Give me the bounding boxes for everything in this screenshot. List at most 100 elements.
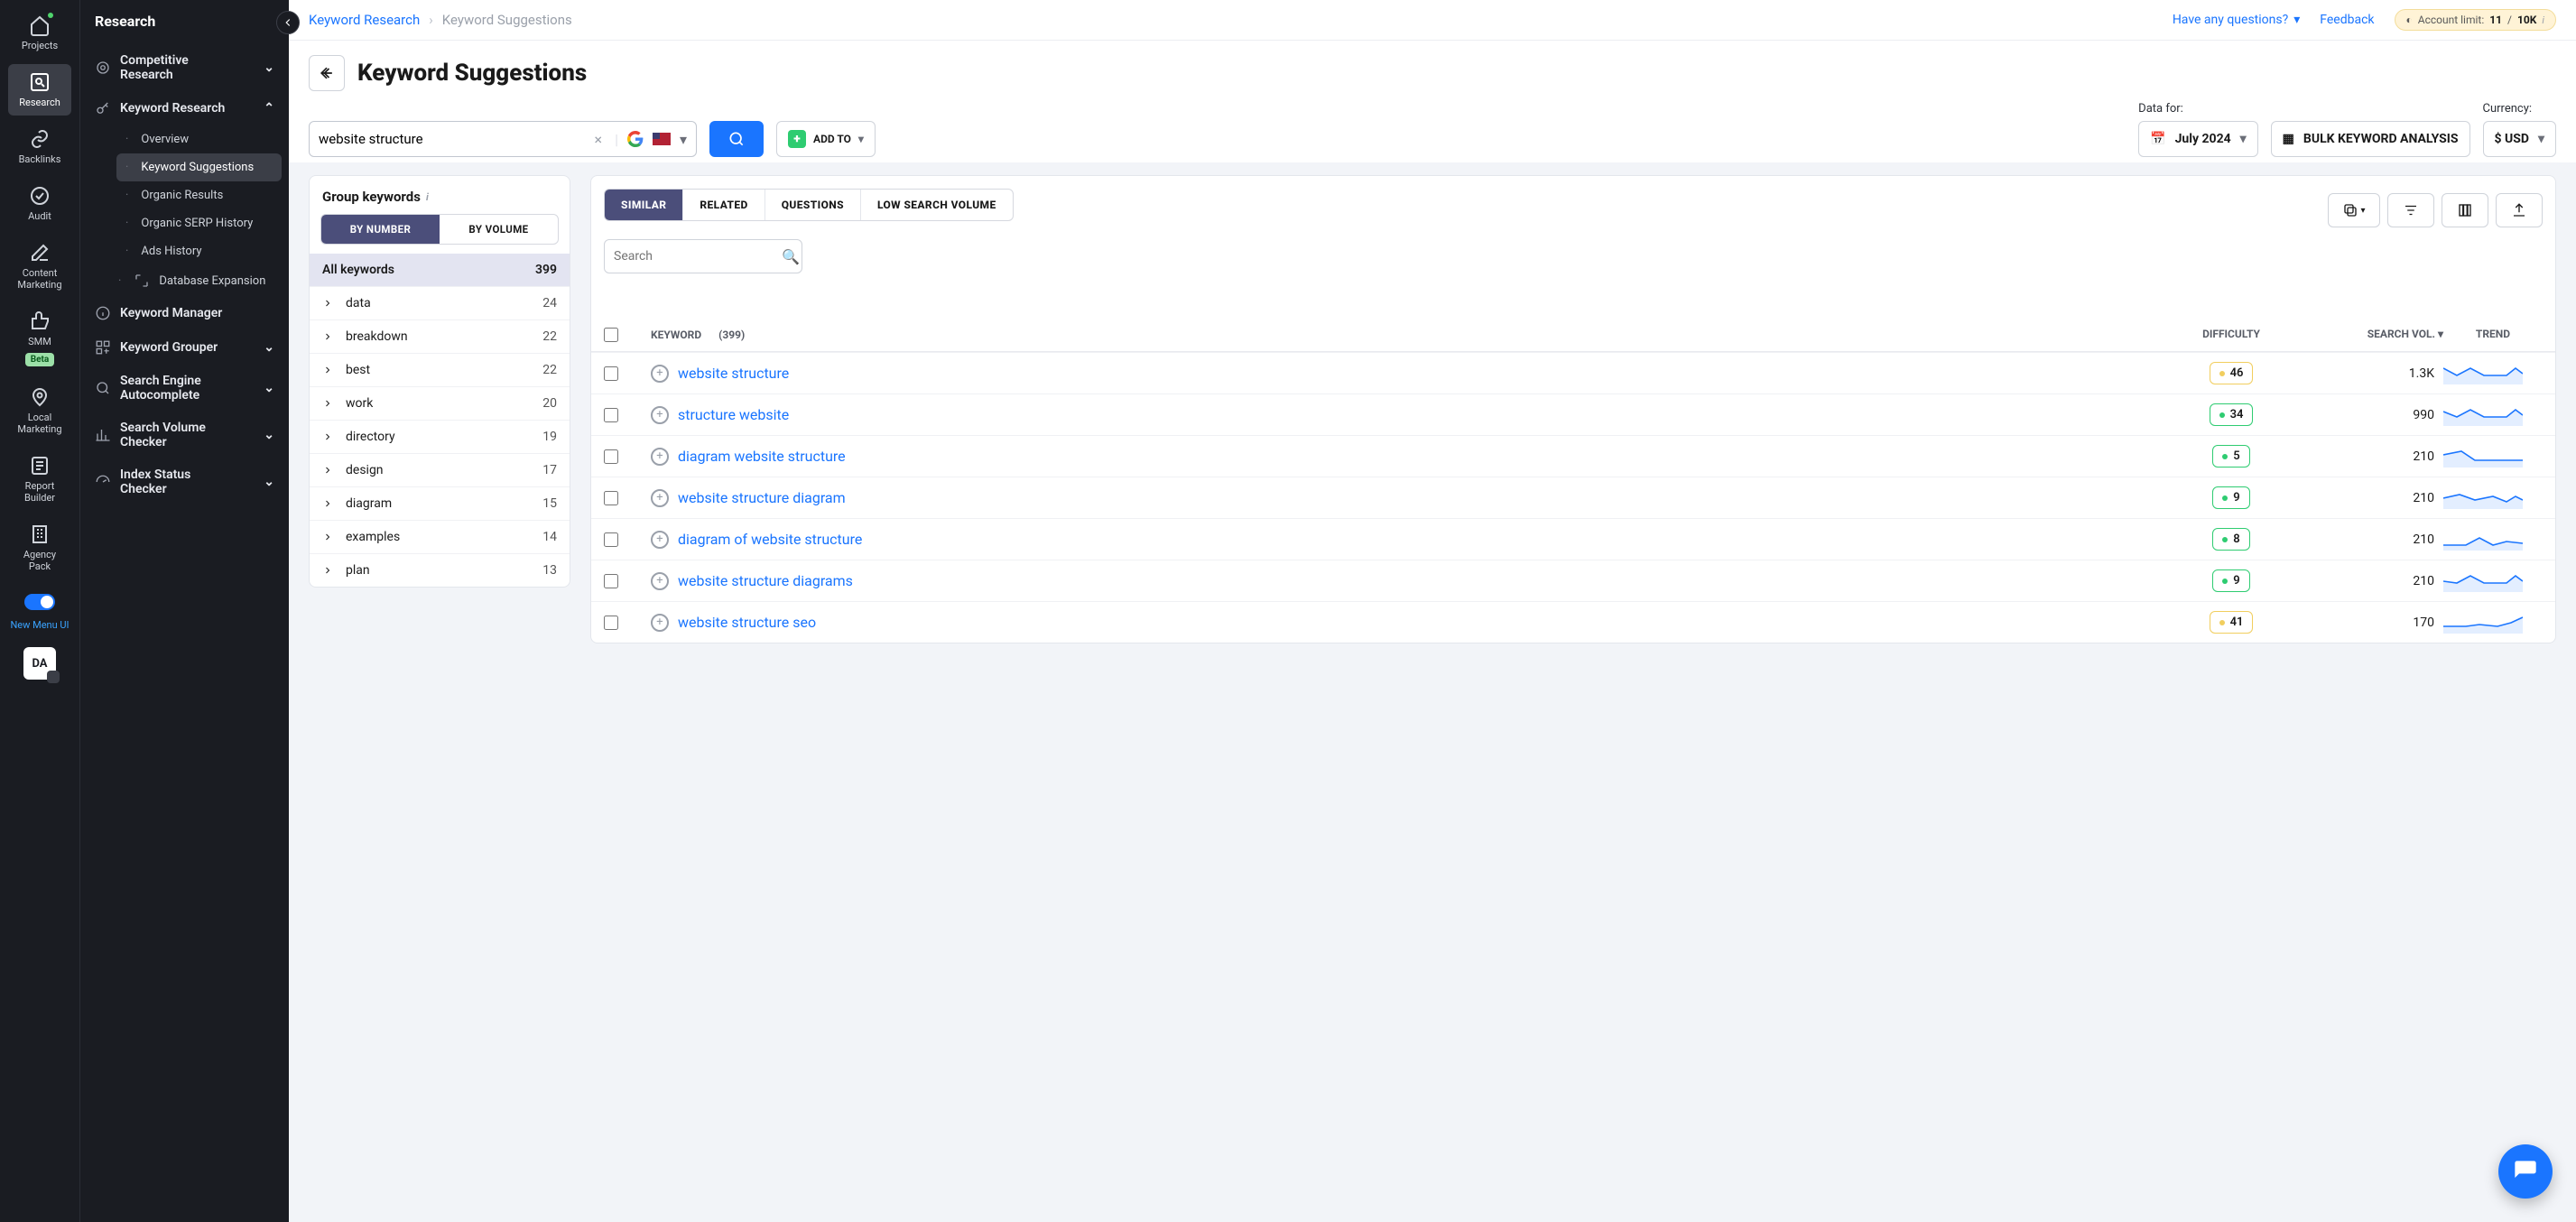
rail-agency[interactable]: Agency Pack <box>8 516 71 579</box>
rail-backlinks[interactable]: Backlinks <box>8 121 71 172</box>
sidebar-item-keyword-grouper[interactable]: Keyword Grouper ⌄ <box>88 330 282 365</box>
tab-questions[interactable]: QUESTIONS <box>765 190 861 220</box>
rail-local[interactable]: Local Marketing <box>8 379 71 442</box>
chat-fab[interactable] <box>2498 1144 2553 1199</box>
rail-report[interactable]: Report Builder <box>8 448 71 511</box>
breadcrumb-link[interactable]: Keyword Research <box>309 12 420 28</box>
keyword-link[interactable]: diagram of website structure <box>678 531 862 548</box>
rail-content[interactable]: Content Marketing <box>8 235 71 298</box>
col-difficulty[interactable]: DIFFICULTY <box>2173 328 2290 342</box>
keyword-group-row[interactable]: data24 <box>310 286 570 319</box>
keyword-group-row[interactable]: examples14 <box>310 520 570 553</box>
keyword-link[interactable]: structure website <box>678 406 789 423</box>
row-checkbox[interactable] <box>604 366 618 381</box>
row-checkbox[interactable] <box>604 449 618 464</box>
chevron-right-icon <box>322 532 333 542</box>
date-picker[interactable]: 📅 July 2024 ▾ <box>2138 121 2258 157</box>
sidebar-item-index-status-checker[interactable]: Index Status Checker ⌄ <box>88 458 282 505</box>
key-icon <box>95 100 111 116</box>
copy-button[interactable]: ▾ <box>2328 193 2380 227</box>
sidebar-item-database-expansion[interactable]: Database Expansion <box>116 265 282 296</box>
tab-by-volume[interactable]: BY VOLUME <box>440 215 558 244</box>
keyword-input[interactable] <box>319 131 582 147</box>
collapse-sidebar-button[interactable] <box>276 11 300 34</box>
sidebar-item-ads-history[interactable]: Ads History <box>116 237 282 265</box>
add-keyword-button[interactable]: + <box>651 572 669 590</box>
sidebar-section-keyword-research[interactable]: Keyword Research ⌃ <box>88 91 282 125</box>
trend-sparkline <box>2443 404 2543 426</box>
rail-projects[interactable]: Projects <box>8 7 71 59</box>
back-button[interactable] <box>309 55 345 91</box>
select-all-checkbox[interactable] <box>604 328 618 342</box>
rail-smm[interactable]: SMM Beta <box>8 303 71 374</box>
add-keyword-button[interactable]: + <box>651 614 669 632</box>
beta-badge: Beta <box>25 353 55 366</box>
menu-toggle[interactable] <box>24 594 55 610</box>
keyword-group-row[interactable]: design17 <box>310 453 570 486</box>
sidebar-item-keyword-manager[interactable]: Keyword Manager <box>88 296 282 330</box>
currency-picker[interactable]: $ USD ▾ <box>2483 121 2557 157</box>
add-keyword-button[interactable]: + <box>651 406 669 424</box>
avatar[interactable]: DA <box>23 647 56 680</box>
keyword-link[interactable]: website structure diagrams <box>678 572 853 589</box>
keyword-link[interactable]: website structure seo <box>678 614 816 631</box>
tab-low-search-volume[interactable]: LOW SEARCH VOLUME <box>861 190 1013 220</box>
row-checkbox[interactable] <box>604 408 618 422</box>
row-checkbox[interactable] <box>604 532 618 547</box>
expand-icon <box>134 273 150 289</box>
col-search-volume[interactable]: SEARCH VOL. ▾ <box>2290 328 2443 342</box>
export-button[interactable] <box>2496 193 2543 227</box>
col-trend[interactable]: TREND <box>2443 328 2543 342</box>
report-icon <box>29 455 51 477</box>
sidebar-item-overview[interactable]: Overview <box>116 125 282 153</box>
bulk-analysis-button[interactable]: ▦ BULK KEYWORD ANALYSIS <box>2271 121 2470 157</box>
search-button[interactable] <box>709 121 764 157</box>
tab-related[interactable]: RELATED <box>683 190 764 220</box>
chevron-right-icon <box>322 298 333 309</box>
section-label: Competitive Research <box>120 53 237 82</box>
feedback-link[interactable]: Feedback <box>2320 13 2374 27</box>
sidebar-item-keyword-suggestions[interactable]: Keyword Suggestions <box>116 153 282 181</box>
caret-down-icon[interactable]: ▾ <box>680 131 687 148</box>
tab-similar[interactable]: SIMILAR <box>605 190 683 220</box>
filter-button[interactable] <box>2387 193 2434 227</box>
keyword-group-row[interactable]: work20 <box>310 386 570 420</box>
row-checkbox[interactable] <box>604 574 618 588</box>
info-icon[interactable]: i <box>426 191 429 203</box>
add-keyword-button[interactable]: + <box>651 489 669 507</box>
keyword-link[interactable]: diagram website structure <box>678 448 846 465</box>
sidebar-item-search-volume-checker[interactable]: Search Volume Checker ⌄ <box>88 412 282 458</box>
keyword-group-row[interactable]: best22 <box>310 353 570 386</box>
keyword-group-row[interactable]: diagram15 <box>310 486 570 520</box>
section-label: Keyword Manager <box>120 306 222 320</box>
rail-research[interactable]: Research <box>8 64 71 116</box>
add-keyword-button[interactable]: + <box>651 531 669 549</box>
add-to-button[interactable]: + ADD TO ▾ <box>776 121 876 157</box>
sidebar-item-organic-serp-history[interactable]: Organic SERP History <box>116 209 282 237</box>
sidebar-item-organic-results[interactable]: Organic Results <box>116 181 282 209</box>
rail-label: Agency Pack <box>12 549 68 572</box>
section-label: Index Status Checker <box>120 468 237 496</box>
keyword-group-row[interactable]: plan13 <box>310 553 570 587</box>
row-checkbox[interactable] <box>604 491 618 505</box>
table-search-input[interactable] <box>614 249 774 264</box>
keyword-link[interactable]: website structure diagram <box>678 489 846 506</box>
tab-by-number[interactable]: BY NUMBER <box>321 215 440 244</box>
add-keyword-button[interactable]: + <box>651 448 669 466</box>
sidebar-section-competitive[interactable]: Competitive Research ⌄ <box>88 44 282 91</box>
clear-input-button[interactable]: × <box>591 131 607 148</box>
sidebar-item-search-engine-autocomplete[interactable]: Search Engine Autocomplete ⌄ <box>88 365 282 412</box>
keyword-link[interactable]: website structure <box>678 365 789 382</box>
row-checkbox[interactable] <box>604 616 618 630</box>
rail-label: Research <box>19 97 60 108</box>
all-keywords-row[interactable]: All keywords 399 <box>310 254 570 286</box>
questions-link[interactable]: Have any questions? ▾ <box>2173 13 2300 27</box>
columns-button[interactable] <box>2442 193 2488 227</box>
chevron-right-icon: › <box>429 12 433 28</box>
account-limit-chip[interactable]: ◐ Account limit: 11 / 10K i <box>2395 9 2557 31</box>
add-keyword-button[interactable]: + <box>651 365 669 383</box>
keyword-group-row[interactable]: directory19 <box>310 420 570 453</box>
keyword-group-row[interactable]: breakdown22 <box>310 319 570 353</box>
check-circle-icon <box>29 185 51 207</box>
rail-audit[interactable]: Audit <box>8 178 71 229</box>
